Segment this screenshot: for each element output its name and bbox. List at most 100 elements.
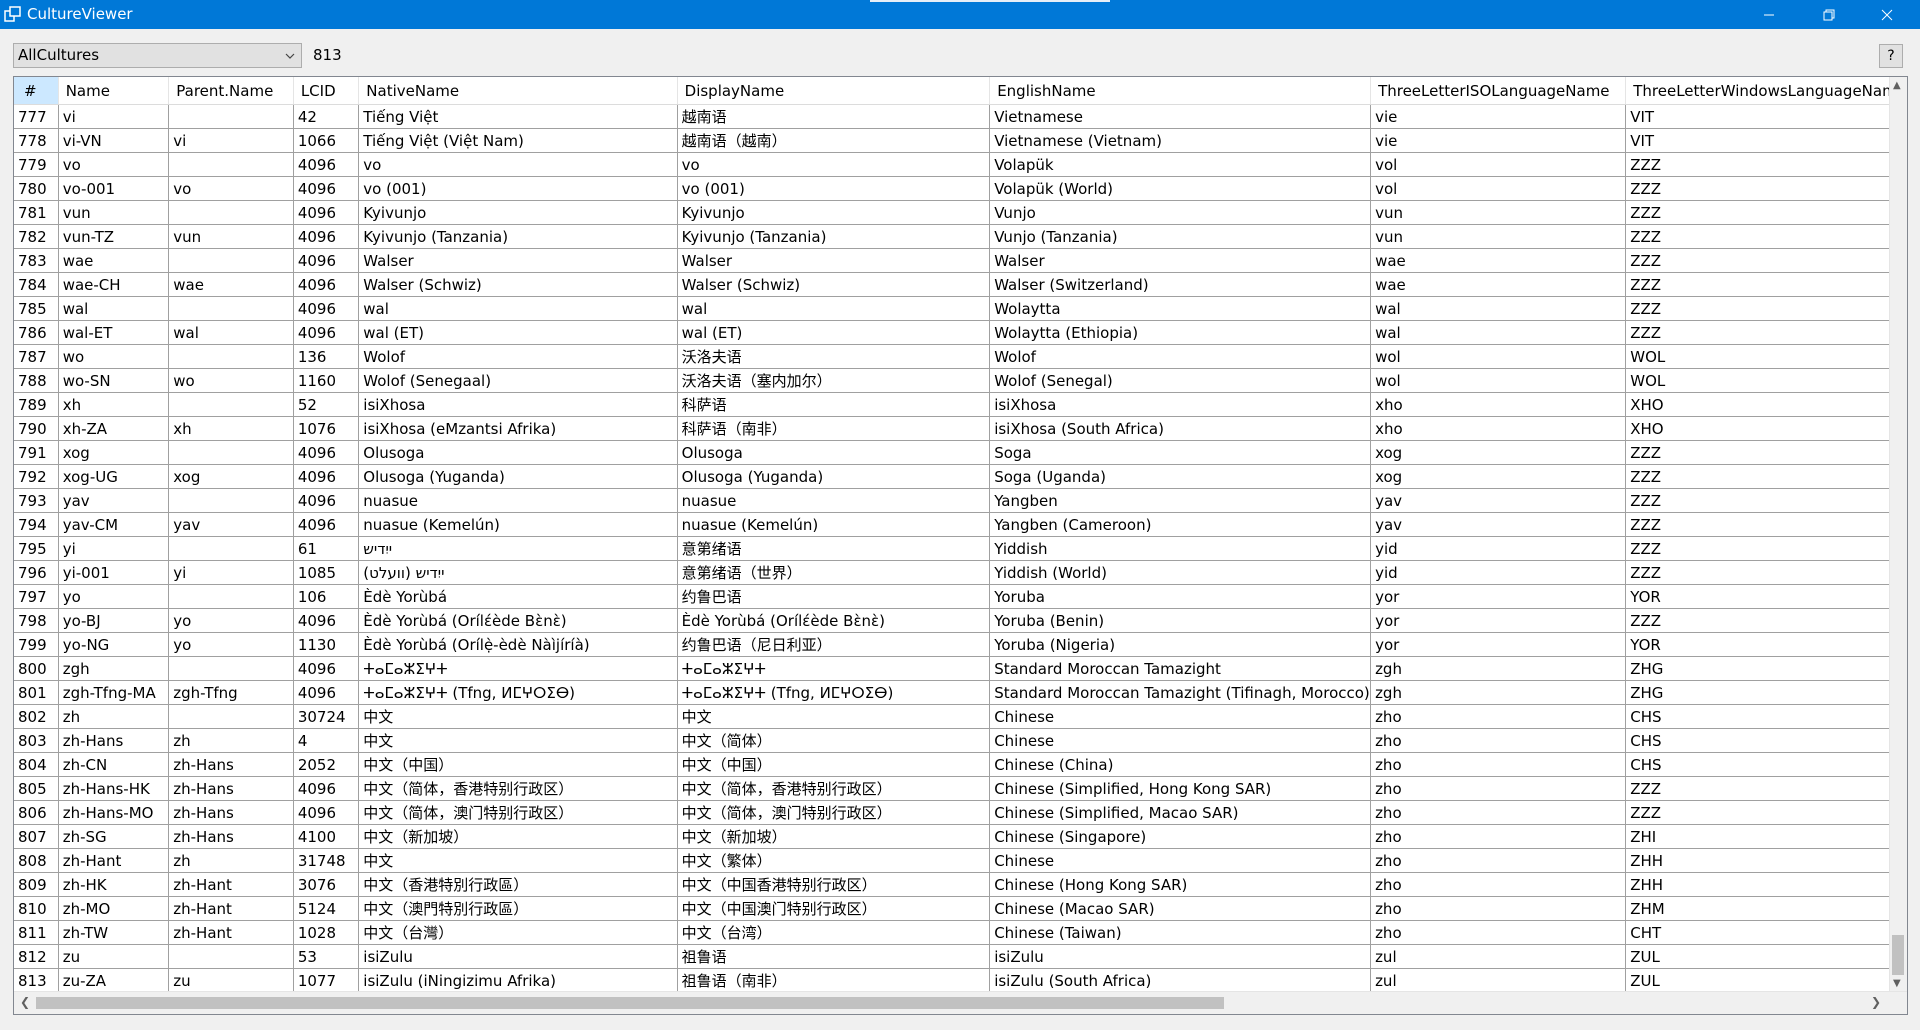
table-cell[interactable]: 4096 [293, 224, 360, 249]
row-number[interactable]: 780 [14, 176, 59, 201]
row-number[interactable]: 799 [14, 632, 59, 657]
table-cell[interactable]: ZZZ [1625, 248, 1907, 273]
table-cell[interactable]: Olusoga (Yuganda) [358, 464, 678, 489]
table-cell[interactable] [168, 488, 294, 513]
table-cell[interactable]: zgh-Tfng [168, 680, 294, 705]
column-header[interactable]: # [14, 77, 59, 105]
table-cell[interactable]: wae [58, 248, 170, 273]
table-cell[interactable]: 科萨语（南非） [677, 416, 991, 441]
table-row[interactable]: 807 zh-SG zh-Hans 4100 中文（新加坡） 中文（新加坡） Chinese… [14, 824, 1907, 849]
table-cell[interactable]: Vietnamese [989, 104, 1372, 129]
table-cell[interactable]: 4096 [293, 272, 360, 297]
table-cell[interactable]: Wolof (Senegaal) [358, 368, 678, 393]
table-cell[interactable]: Olusoga (Yuganda) [677, 464, 991, 489]
column-header[interactable]: NativeName [358, 77, 678, 105]
table-cell[interactable]: 沃洛夫语（塞内加尔） [677, 368, 991, 393]
table-cell[interactable]: 4 [293, 728, 360, 753]
table-cell[interactable]: yo [58, 584, 170, 609]
table-cell[interactable]: yo [168, 632, 294, 657]
table-row[interactable]: 801 zgh-Tfng-MA zgh-Tfng 4096 ⵜⴰⵎⴰⵣⵉⵖⵜ (Tfng… [14, 680, 1907, 705]
table-cell[interactable]: WOL [1625, 344, 1907, 369]
table-cell[interactable]: yor [1370, 584, 1627, 609]
table-cell[interactable]: wol [1370, 368, 1627, 393]
row-number[interactable]: 813 [14, 968, 59, 993]
table-cell[interactable]: YOR [1625, 584, 1907, 609]
table-cell[interactable]: zh-Hant [168, 896, 294, 921]
vertical-scrollbar[interactable]: ▲ ▼ [1889, 77, 1907, 992]
table-cell[interactable]: zh-Hant [168, 920, 294, 945]
table-cell[interactable]: Chinese [989, 728, 1372, 753]
row-number[interactable]: 795 [14, 536, 59, 561]
table-cell[interactable]: Yoruba [989, 584, 1372, 609]
table-cell[interactable]: 中文（简体，澳门特别行政区） [358, 800, 678, 825]
table-cell[interactable]: 1160 [293, 368, 360, 393]
table-cell[interactable]: 中文（台湾） [677, 920, 991, 945]
table-cell[interactable]: wo [168, 368, 294, 393]
table-row[interactable]: 812 zu 53 isiZulu 祖鲁语 isiZulu zul ZUL [14, 944, 1907, 969]
row-number[interactable]: 792 [14, 464, 59, 489]
table-cell[interactable]: vol [1370, 176, 1627, 201]
table-row[interactable]: 794 yav-CM yav 4096 nuasue (Kemelún) nuasue (… [14, 512, 1907, 537]
table-cell[interactable] [168, 152, 294, 177]
table-cell[interactable]: isiZulu [989, 944, 1372, 969]
row-number[interactable]: 779 [14, 152, 59, 177]
vertical-scroll-thumb[interactable] [1892, 935, 1904, 975]
row-number[interactable]: 797 [14, 584, 59, 609]
table-cell[interactable]: yo-NG [58, 632, 170, 657]
table-cell[interactable]: ZZZ [1625, 560, 1907, 585]
row-number[interactable]: 801 [14, 680, 59, 705]
row-number[interactable]: 783 [14, 248, 59, 273]
table-cell[interactable]: nuasue [677, 488, 991, 513]
table-cell[interactable]: vie [1370, 104, 1627, 129]
table-cell[interactable]: Yiddish (World) [989, 560, 1372, 585]
table-cell[interactable]: isiZulu (iNingizimu Afrika) [358, 968, 678, 993]
table-row[interactable]: 805 zh-Hans-HK zh-Hans 4096 中文（简体，香港特别行政区） 中文… [14, 776, 1907, 801]
row-number[interactable]: 782 [14, 224, 59, 249]
table-cell[interactable]: ZZZ [1625, 512, 1907, 537]
table-cell[interactable]: xh [168, 416, 294, 441]
row-number[interactable]: 790 [14, 416, 59, 441]
table-cell[interactable]: vi [168, 128, 294, 153]
table-cell[interactable]: ZHI [1625, 824, 1907, 849]
table-cell[interactable]: zh-Hans [168, 776, 294, 801]
table-cell[interactable]: zh-Hant [58, 848, 170, 873]
table-cell[interactable]: zho [1370, 752, 1627, 777]
table-cell[interactable]: 1077 [293, 968, 360, 993]
row-number[interactable]: 808 [14, 848, 59, 873]
table-cell[interactable]: Chinese [989, 848, 1372, 873]
row-number[interactable]: 798 [14, 608, 59, 633]
table-cell[interactable]: Tiếng Việt [358, 104, 678, 129]
table-row[interactable]: 781 vun 4096 Kyivunjo Kyivunjo Vunjo vun ZZZ [14, 200, 1907, 225]
row-number[interactable]: 794 [14, 512, 59, 537]
table-cell[interactable]: 4096 [293, 608, 360, 633]
table-cell[interactable]: VIT [1625, 128, 1907, 153]
table-cell[interactable]: ZZZ [1625, 224, 1907, 249]
table-cell[interactable]: 1085 [293, 560, 360, 585]
table-cell[interactable]: zho [1370, 896, 1627, 921]
table-cell[interactable]: yav [1370, 488, 1627, 513]
table-cell[interactable]: Wolaytta (Ethiopia) [989, 320, 1372, 345]
table-cell[interactable]: 1076 [293, 416, 360, 441]
table-cell[interactable]: isiXhosa [989, 392, 1372, 417]
table-row[interactable]: 798 yo-BJ yo 4096 Èdè Yorùbá (Orílɛ́ède Bɛ̀n… [14, 608, 1907, 633]
table-cell[interactable]: 31748 [293, 848, 360, 873]
table-row[interactable]: 793 yav 4096 nuasue nuasue Yangben yav ZZZ [14, 488, 1907, 513]
row-number[interactable]: 804 [14, 752, 59, 777]
table-cell[interactable] [168, 944, 294, 969]
scroll-down-icon[interactable]: ▼ [1893, 978, 1901, 989]
table-cell[interactable]: Yoruba (Benin) [989, 608, 1372, 633]
column-header[interactable]: ThreeLetterWindowsLanguageName [1625, 77, 1907, 105]
table-cell[interactable]: wae [1370, 248, 1627, 273]
table-cell[interactable]: 中文 [358, 728, 678, 753]
table-cell[interactable]: zh-CN [58, 752, 170, 777]
table-cell[interactable]: zh-HK [58, 872, 170, 897]
table-cell[interactable]: Walser [989, 248, 1372, 273]
row-number[interactable]: 784 [14, 272, 59, 297]
table-cell[interactable]: yor [1370, 632, 1627, 657]
table-cell[interactable]: Wolof [358, 344, 678, 369]
table-cell[interactable]: 4096 [293, 656, 360, 681]
table-row[interactable]: 796 yi-001 yi 1085 ייִדיש (וועלט) 意第绪语（世界） Yid… [14, 560, 1907, 585]
table-cell[interactable]: ZZZ [1625, 200, 1907, 225]
table-cell[interactable]: ZZZ [1625, 320, 1907, 345]
table-cell[interactable]: yav [1370, 512, 1627, 537]
